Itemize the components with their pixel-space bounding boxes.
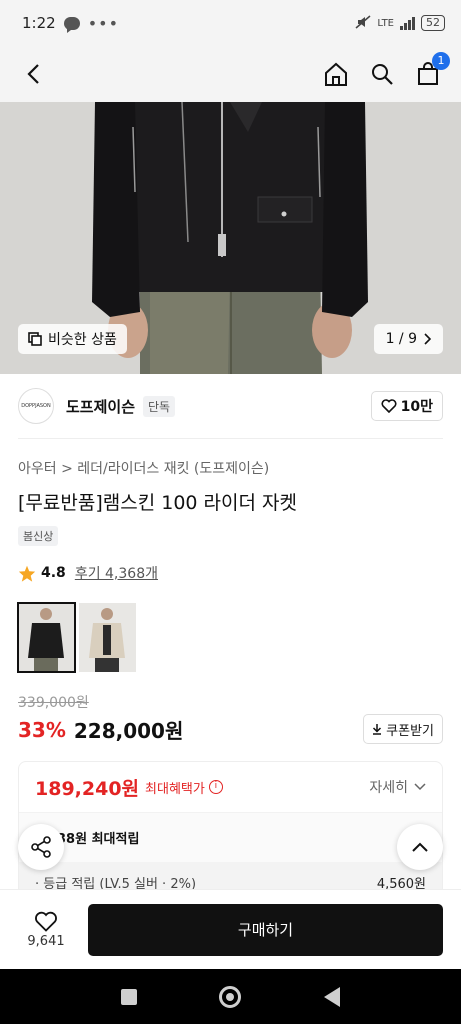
max-benefit-panel: 189,240원 최대혜택가 i 자세히 38원 최대적립 · 등급 적립 (L… bbox=[18, 761, 443, 901]
exclusive-badge: 단독 bbox=[143, 395, 176, 417]
black-jacket-thumbnail bbox=[18, 603, 75, 672]
buy-button[interactable]: 구매하기 bbox=[88, 903, 443, 956]
points-text: 38원 최대적립 bbox=[57, 832, 140, 847]
search-button[interactable] bbox=[367, 59, 397, 89]
battery-icon: 52 bbox=[421, 15, 445, 31]
more-notifications-icon: ••• bbox=[87, 13, 119, 33]
mute-icon bbox=[355, 14, 371, 32]
color-option-black[interactable] bbox=[17, 602, 76, 673]
wishlist-button[interactable]: 9,641 bbox=[18, 911, 74, 949]
sale-price: 228,000원 bbox=[73, 719, 184, 743]
product-image-carousel[interactable]: 비슷한 상품 1 / 9 bbox=[0, 102, 461, 374]
download-icon bbox=[373, 724, 382, 735]
info-icon[interactable]: i bbox=[208, 780, 223, 794]
cart-button[interactable]: 1 bbox=[413, 52, 450, 89]
share-button[interactable] bbox=[18, 824, 64, 870]
new-season-tag: 봄신상 bbox=[18, 526, 59, 546]
star-icon bbox=[18, 565, 36, 582]
image-page-indicator[interactable]: 1 / 9 bbox=[373, 324, 443, 354]
similar-products-button[interactable]: 비슷한 상품 bbox=[18, 324, 127, 354]
system-nav-bar bbox=[0, 969, 461, 1024]
brand-row: DOPPJASON 도프제이슨 단독 10만 bbox=[18, 384, 443, 428]
home-circle-icon[interactable] bbox=[219, 985, 242, 1008]
sale-price-row: 33% 228,000원 bbox=[18, 715, 183, 744]
divider bbox=[18, 438, 443, 439]
coupon-label: 쿠폰받기 bbox=[386, 723, 434, 739]
original-price: 339,000원 bbox=[18, 695, 89, 711]
scroll-top-button[interactable] bbox=[397, 824, 443, 870]
details-toggle[interactable]: 자세히 bbox=[369, 777, 426, 797]
back-button[interactable] bbox=[18, 59, 48, 89]
chevron-down-icon bbox=[414, 783, 426, 791]
discount-rate: 33% bbox=[18, 717, 66, 742]
chevron-right-icon bbox=[424, 333, 431, 345]
wishlist-count: 9,641 bbox=[27, 933, 65, 949]
heart-icon bbox=[381, 399, 397, 413]
breadcrumb[interactable]: 아우터 > 레더/라이더스 재킷 (도프제이슨) bbox=[18, 458, 269, 478]
max-benefit-header[interactable]: 189,240원 최대혜택가 i 자세히 bbox=[19, 762, 442, 812]
max-benefit-price: 189,240원 bbox=[35, 777, 140, 800]
home-icon bbox=[325, 62, 347, 86]
brand-name[interactable]: 도프제이슨 bbox=[66, 396, 135, 417]
purchase-bar: 9,641 구매하기 bbox=[0, 889, 461, 969]
color-option-beige[interactable] bbox=[79, 603, 136, 672]
search-icon bbox=[372, 64, 393, 85]
status-time: 1:22 bbox=[22, 14, 56, 32]
back-triangle-icon[interactable] bbox=[323, 986, 340, 1007]
beige-jacket-thumbnail bbox=[79, 603, 136, 672]
reviews-link[interactable]: 후기 4,368개 bbox=[75, 563, 158, 583]
share-icon bbox=[31, 836, 51, 858]
status-bar: 1:22 ••• LTE 52 bbox=[0, 0, 461, 46]
chevron-up-icon bbox=[412, 842, 428, 852]
kakaotalk-notification-icon bbox=[63, 16, 80, 33]
color-options bbox=[17, 602, 136, 673]
app-bar: 1 bbox=[0, 46, 461, 102]
brand-like-count: 10만 bbox=[400, 399, 433, 415]
brand-logo-text: DOPPJASON bbox=[21, 403, 51, 409]
similar-products-label: 비슷한 상품 bbox=[48, 332, 117, 348]
product-title: [무료반품]램스킨 100 라이더 자켓 bbox=[18, 492, 297, 514]
coupon-download-button[interactable]: 쿠폰받기 bbox=[363, 714, 443, 744]
rating-score: 4.8 bbox=[41, 565, 66, 581]
recent-apps-icon[interactable] bbox=[121, 988, 138, 1005]
brand-like-button[interactable]: 10만 bbox=[370, 391, 443, 421]
max-benefit-label: 최대혜택가 bbox=[145, 781, 205, 797]
points-summary: 38원 최대적립 bbox=[19, 812, 442, 862]
rating-row: 4.8 후기 4,368개 bbox=[18, 563, 158, 583]
chevron-left-icon bbox=[27, 64, 39, 84]
network-label: LTE bbox=[377, 17, 394, 29]
brand-logo[interactable]: DOPPJASON bbox=[18, 388, 54, 424]
page-indicator-text: 1 / 9 bbox=[385, 331, 417, 347]
heart-icon bbox=[35, 911, 57, 932]
home-button[interactable] bbox=[321, 59, 351, 89]
signal-icon bbox=[400, 16, 415, 30]
copy-stack-icon bbox=[28, 332, 42, 346]
cart-count-badge: 1 bbox=[432, 52, 450, 70]
details-label: 자세히 bbox=[369, 780, 408, 796]
